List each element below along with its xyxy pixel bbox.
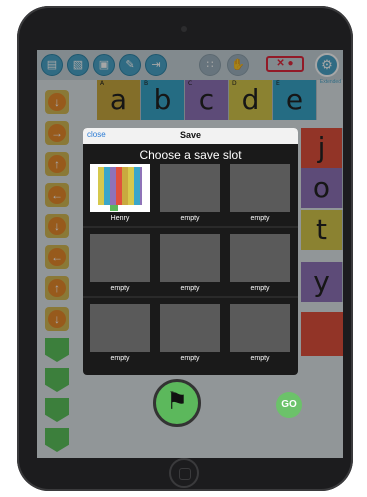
save-dialog: close Save Choose a save slot Henry empt…: [83, 128, 298, 375]
save-thumbnail: [90, 164, 150, 212]
slot-label: empty: [250, 355, 270, 362]
slot-label: empty: [110, 285, 130, 292]
save-slot[interactable]: empty: [229, 234, 291, 294]
empty-thumbnail: [160, 304, 220, 352]
save-slot[interactable]: empty: [159, 304, 221, 364]
save-slot[interactable]: empty: [159, 164, 221, 224]
front-camera: [181, 26, 187, 32]
app-screen: ▤ ▧ ▣ ✎ ⇥ ∷ ✋ ✕ ● ⚙ Extended Aa Bb Cc Dd…: [37, 50, 343, 458]
slot-label: empty: [110, 355, 130, 362]
dialog-title: Save: [179, 130, 202, 140]
go-button[interactable]: GO: [276, 392, 302, 418]
row-divider: [83, 296, 298, 298]
save-slot[interactable]: empty: [229, 304, 291, 364]
empty-thumbnail: [230, 164, 290, 212]
save-slot[interactable]: empty: [159, 234, 221, 294]
slot-label: empty: [180, 355, 200, 362]
row-divider: [83, 226, 298, 228]
slot-label: empty: [180, 285, 200, 292]
dialog-subtitle: Choose a save slot: [139, 148, 242, 162]
slot-label: empty: [180, 215, 200, 222]
save-slot[interactable]: Henry: [89, 164, 151, 224]
slot-label: empty: [250, 285, 270, 292]
slot-label: empty: [250, 215, 270, 222]
empty-thumbnail: [160, 164, 220, 212]
save-slot[interactable]: empty: [229, 164, 291, 224]
home-button[interactable]: [169, 458, 199, 488]
empty-thumbnail: [230, 304, 290, 352]
dialog-header: close Save: [83, 128, 298, 144]
save-slot[interactable]: empty: [89, 234, 151, 294]
slot-label: Henry: [110, 215, 130, 222]
empty-thumbnail: [160, 234, 220, 282]
save-slot[interactable]: empty: [89, 304, 151, 364]
finish-flag-icon[interactable]: ⚑: [153, 379, 201, 427]
empty-thumbnail: [90, 234, 150, 282]
empty-thumbnail: [230, 234, 290, 282]
empty-thumbnail: [90, 304, 150, 352]
